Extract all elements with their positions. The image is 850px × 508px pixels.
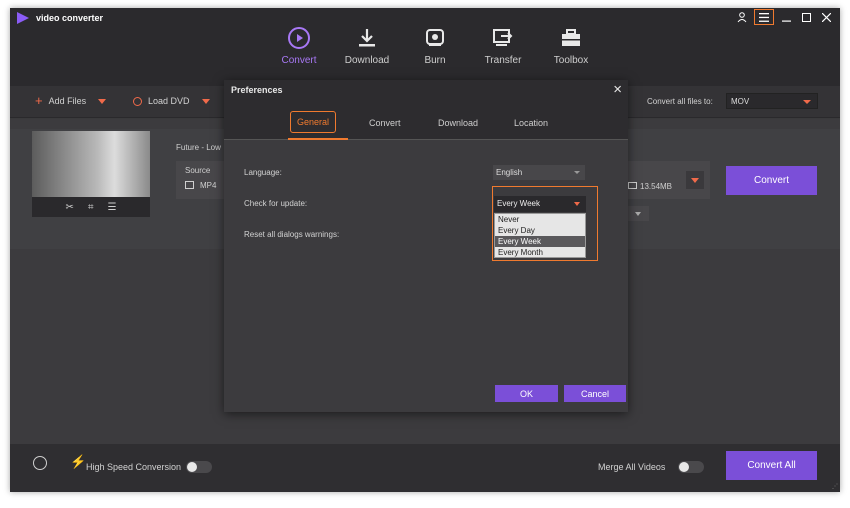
reset-warnings-label: Reset all dialogs warnings: — [244, 230, 340, 239]
close-icon[interactable]: × — [613, 82, 622, 97]
tab-download[interactable]: Download — [333, 26, 401, 66]
app-window: video converter Convert Download Burn Tr… — [10, 8, 840, 492]
app-title: video converter — [36, 13, 104, 23]
tab-convert[interactable]: Convert — [369, 118, 401, 128]
check-update-select[interactable]: Every Week — [494, 196, 586, 212]
toolbox-icon — [537, 26, 605, 50]
ok-button[interactable]: OK — [495, 385, 558, 402]
toggle-knob — [679, 462, 689, 472]
subtitle-dropdown[interactable] — [627, 206, 649, 221]
chevron-down-icon — [803, 100, 811, 104]
settings-sliders-icon[interactable]: ☰ — [108, 202, 117, 213]
convert-button[interactable]: Convert — [726, 166, 817, 195]
source-label: Source — [185, 166, 211, 175]
chevron-down-icon[interactable] — [98, 98, 107, 104]
high-speed-toggle[interactable] — [186, 461, 212, 473]
title-bar: video converter Convert Download Burn Tr… — [10, 8, 840, 86]
dialog-header: Preferences × — [224, 80, 628, 102]
cancel-button[interactable]: Cancel — [564, 385, 626, 402]
merge-label: Merge All Videos — [598, 462, 666, 472]
chevron-down-icon — [574, 202, 580, 206]
preferences-dialog: Preferences × General Convert Download L… — [224, 80, 628, 412]
chevron-down-icon — [574, 171, 580, 174]
file-size: 13.54MB — [640, 182, 673, 191]
main-nav: Convert Download Burn Transfer Toolbox — [265, 26, 605, 66]
high-speed-label: High Speed Conversion — [86, 462, 182, 472]
target-format-dropdown[interactable] — [686, 171, 704, 189]
dialog-title: Preferences — [231, 85, 283, 95]
load-dvd-button[interactable]: Load DVD — [133, 96, 210, 106]
bottom-bar: ⚡ High Speed Conversion Merge All Videos… — [10, 444, 840, 492]
option-every-day[interactable]: Every Day — [495, 225, 585, 236]
plus-icon: + — [35, 93, 43, 108]
tab-burn[interactable]: Burn — [401, 26, 469, 66]
convert-all-files-label: Convert all files to: — [647, 97, 713, 106]
tab-label: Transfer — [484, 55, 522, 66]
tab-general[interactable]: General — [290, 111, 337, 133]
add-files-label: Add Files — [48, 96, 87, 106]
output-format-select[interactable]: MOV — [726, 93, 818, 109]
format-value: MOV — [731, 97, 750, 106]
tab-label: Convert — [281, 55, 317, 66]
language-label: Language: — [244, 168, 282, 177]
tab-location[interactable]: Location — [514, 118, 548, 128]
chevron-down-icon[interactable] — [201, 98, 210, 104]
tab-download[interactable]: Download — [438, 118, 478, 128]
merge-toggle[interactable] — [678, 461, 704, 473]
user-icon[interactable] — [734, 10, 750, 24]
file-title: Future - Low — [176, 143, 221, 152]
play-logo-icon — [17, 12, 29, 24]
film-icon — [185, 181, 194, 189]
option-every-week[interactable]: Every Week — [495, 236, 585, 247]
folder-icon — [628, 182, 637, 189]
check-update-label: Check for update: — [244, 199, 308, 208]
crop-icon[interactable]: ⌗ — [88, 202, 94, 213]
active-tab-indicator — [288, 138, 348, 140]
maximize-icon[interactable] — [798, 10, 814, 24]
burn-icon — [401, 26, 469, 50]
option-every-month[interactable]: Every Month — [495, 247, 585, 258]
window-controls — [734, 9, 834, 25]
convert-icon — [265, 26, 333, 50]
source-format: MP4 — [200, 181, 217, 190]
chevron-down-icon — [691, 177, 699, 183]
tab-label: Burn — [424, 55, 446, 66]
language-select[interactable]: English — [493, 165, 585, 180]
edit-toolbar: ✂ ⌗ ☰ — [32, 197, 150, 217]
close-icon[interactable] — [818, 10, 834, 24]
transfer-icon — [469, 26, 537, 50]
lightning-icon: ⚡ — [70, 454, 87, 469]
resize-grip-icon[interactable]: ⋰ — [832, 483, 838, 490]
add-files-button[interactable]: + Add Files — [35, 93, 107, 108]
check-update-options: Never Every Day Every Week Every Month — [494, 213, 586, 258]
chevron-down-icon — [635, 211, 641, 216]
minimize-icon[interactable] — [778, 10, 794, 24]
menu-icon[interactable] — [754, 9, 774, 25]
tab-transfer[interactable]: Transfer — [469, 26, 537, 66]
tab-toolbox[interactable]: Toolbox — [537, 26, 605, 66]
video-thumbnail[interactable] — [32, 131, 150, 197]
toggle-knob — [187, 462, 197, 472]
option-never[interactable]: Never — [495, 214, 585, 225]
tab-convert[interactable]: Convert — [265, 26, 333, 66]
tab-label: Download — [344, 55, 390, 66]
download-icon — [333, 26, 401, 50]
preferences-tabs: General Convert Download Location — [224, 102, 628, 140]
check-update-value: Every Week — [497, 199, 540, 208]
alarm-icon[interactable] — [33, 456, 47, 470]
load-dvd-label: Load DVD — [148, 96, 190, 106]
scissors-icon[interactable]: ✂ — [66, 202, 74, 213]
language-value: English — [496, 168, 523, 177]
disc-icon — [133, 96, 142, 106]
convert-all-button[interactable]: Convert All — [726, 451, 817, 480]
tab-label: Toolbox — [553, 55, 589, 66]
